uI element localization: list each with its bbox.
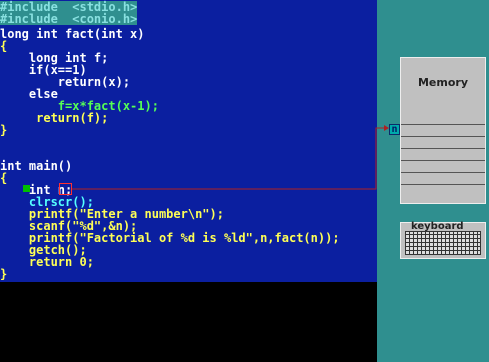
memory-cell xyxy=(401,136,485,137)
memory-block: Memory xyxy=(400,57,486,204)
memory-cell xyxy=(401,148,485,149)
keyboard-block: keyboard xyxy=(400,221,486,259)
code-line[interactable]: return 0; xyxy=(0,256,94,268)
variable-n-highlight xyxy=(59,183,72,195)
code-line[interactable]: } xyxy=(0,124,7,136)
code-line[interactable]: int main() xyxy=(0,160,72,172)
keyboard-icon xyxy=(405,231,481,255)
code-line[interactable]: long int fact(int x) xyxy=(0,28,145,40)
output-console xyxy=(0,282,377,362)
code-line[interactable]: return(f); xyxy=(0,112,108,124)
memory-cell xyxy=(401,184,485,185)
code-editor[interactable]: #include <stdio.h> #include <conio.h> long… xyxy=(0,0,377,282)
memory-cell xyxy=(401,124,485,125)
code-line[interactable]: #include <conio.h> xyxy=(0,13,138,25)
execution-marker-icon xyxy=(23,185,30,192)
memory-variable-label: n xyxy=(389,124,400,135)
code-line[interactable]: } xyxy=(0,268,7,280)
memory-title: Memory xyxy=(417,76,469,89)
memory-cell xyxy=(401,160,485,161)
memory-cell xyxy=(401,172,485,173)
